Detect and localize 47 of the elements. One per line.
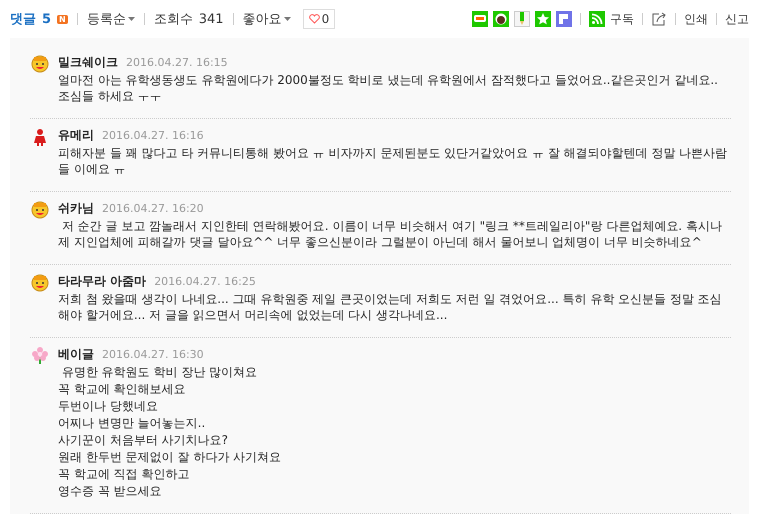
comment-text: 유명한 유학원도 학비 장난 많이쳐요 xyxy=(60,364,258,380)
like-button[interactable]: 0 xyxy=(302,9,336,29)
comment-date: 2016.04.27. 16:20 xyxy=(102,202,204,215)
comment-author: 밀크쉐이크 xyxy=(58,54,118,71)
caret-icon xyxy=(284,17,291,21)
speech-bubble-icon[interactable] xyxy=(472,11,488,27)
print-link[interactable]: 인쇄 xyxy=(684,10,708,28)
new-badge: N xyxy=(57,14,68,24)
likes-menu[interactable]: 좋아요 xyxy=(242,10,291,28)
star-icon[interactable] xyxy=(535,11,551,27)
flower-icon xyxy=(30,346,50,366)
comment-text: 얼마전 아는 유학생동생도 유학원에다가 2000불정도 학비로 냈는데 유학원에서 잠적했다고 들었어요..같은곳인거 같네요.. 조심들 하세요 ㅜㅜ xyxy=(58,72,719,104)
comment-author: 타라무라 아줌마 xyxy=(58,273,146,290)
heart-icon xyxy=(308,14,320,24)
comment-author: 유메리 xyxy=(58,127,94,144)
comment-date: 2016.04.27. 16:16 xyxy=(102,129,204,142)
smiley-avatar-icon xyxy=(30,54,50,74)
comment-text: 어찌나 변명만 늘어놓는지.. xyxy=(58,415,206,431)
report-link[interactable]: 신고 xyxy=(725,10,749,28)
views-count: 341 xyxy=(198,12,224,26)
comment-author: 베이글 xyxy=(58,346,94,363)
comment-text: 꼭 학교에 직접 확인하고 xyxy=(58,466,190,482)
flag-icon[interactable] xyxy=(556,11,572,27)
comments-count: 5 xyxy=(42,12,52,26)
comment-author: 쉬카님 xyxy=(58,200,94,217)
comment-text: 사기꾼이 처음부터 사기치나요? xyxy=(58,432,229,448)
smiley-avatar-icon xyxy=(30,273,50,293)
comment-text: 꼭 학교에 확인해보세요 xyxy=(58,381,187,397)
subscribe-link[interactable]: 구독 xyxy=(610,10,634,28)
comments-label: 댓글 xyxy=(10,11,36,28)
comment-text: 두번이나 당했네요 xyxy=(58,398,159,414)
comment-date: 2016.04.27. 16:30 xyxy=(102,348,204,361)
comment-text: 영수증 꼭 받으세요 xyxy=(58,483,163,499)
comment-text: 저 순간 글 보고 깜놀래서 지인한테 연락해봤어요. 이름이 너무 비슷해서 여기 "링크 **트레일리아"랑 다른업체예요. 혹시나 제 지인업체에 피해갈까 댓글 달아요^^ 너무 좋으신분이라 그럴분이 아닌데 해서 물어보니 업체명이 너무 비슷하네요^ xyxy=(58,218,723,250)
circle-icon[interactable] xyxy=(493,11,509,27)
sort-menu[interactable]: 등록순 xyxy=(86,10,135,28)
comment-text: 피해자분 들 꽤 많다고 타 커뮤니티통해 봤어요 ㅠ 비자까지 문제된분도 있단거같았어요 ㅠ 잘 해결되야할텐데 정말 나쁜사람들 이에요 ㅠ xyxy=(58,145,728,177)
comment-date: 2016.04.27. 16:25 xyxy=(154,275,256,288)
comment-text: 저희 첨 왔을때 생각이 나네요... 그때 유학원중 제일 큰곳이었는데 저희도 저런 일 겪었어요... 특히 유학 오신분들 정말 조심해야 할거에요... 저 글을 읽으면서 머리속에 없었는데 다시 생각나네요... xyxy=(58,291,723,323)
rss-icon[interactable] xyxy=(589,11,605,27)
pencil-note-icon[interactable] xyxy=(514,11,530,27)
share-icon[interactable] xyxy=(651,11,667,27)
comment-text: 원래 한두번 문제없이 잘 하다가 사기쳐요 xyxy=(58,449,282,465)
views-label: 조회수 xyxy=(154,11,193,28)
comment-date: 2016.04.27. 16:15 xyxy=(126,56,228,69)
caret-icon xyxy=(128,17,135,21)
smiley-avatar-icon xyxy=(30,200,50,220)
